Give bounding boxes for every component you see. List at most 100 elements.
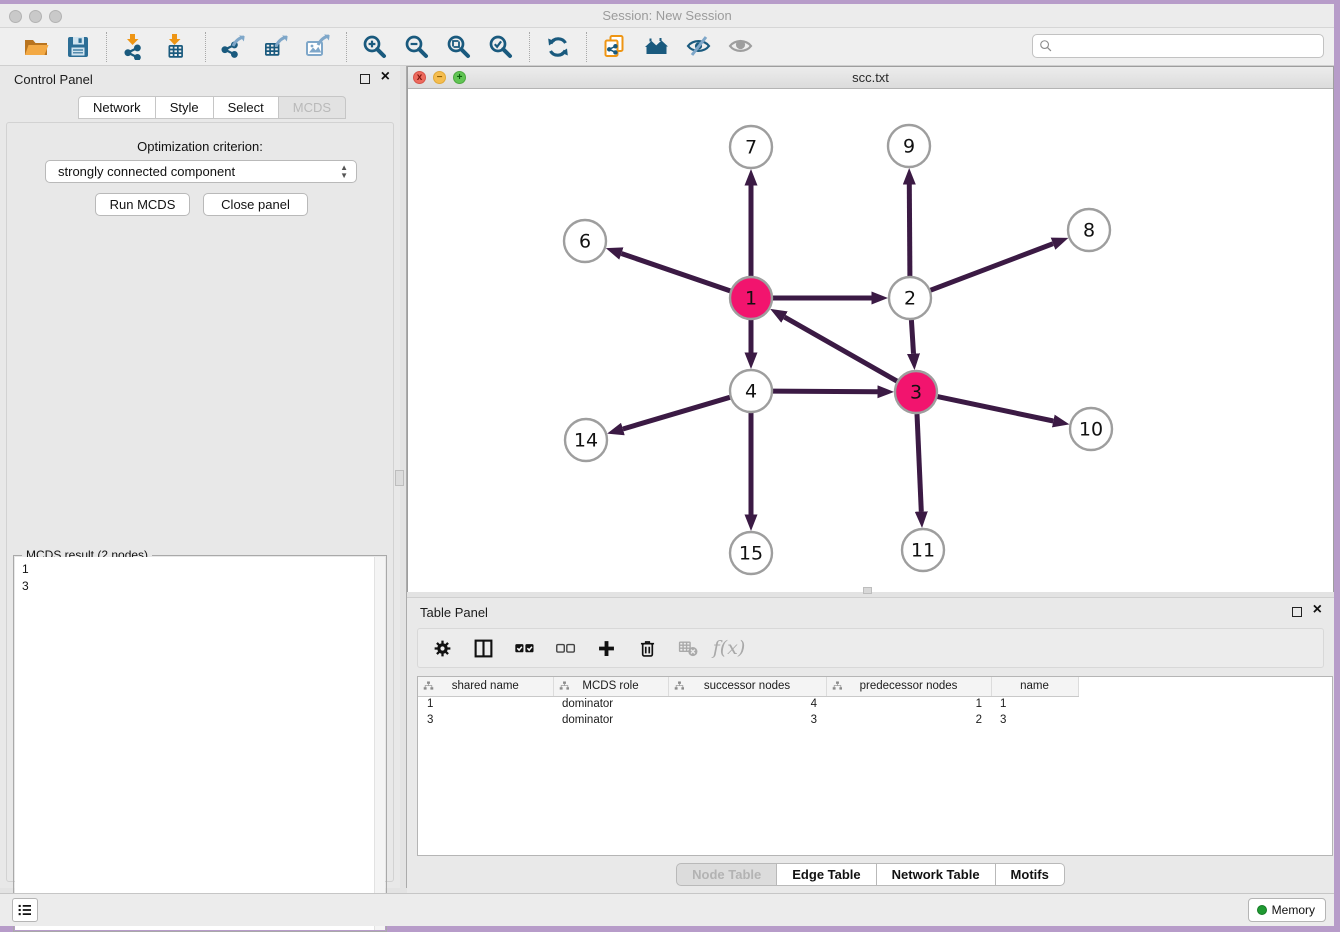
tab-node-table[interactable]: Node Table: [676, 863, 777, 886]
float-panel-icon[interactable]: [360, 74, 370, 84]
gear-button[interactable]: [430, 636, 454, 660]
add-button[interactable]: [594, 636, 618, 660]
memory-label: Memory: [1272, 903, 1315, 917]
app-window: Session: New Session Control Panel × Net…: [0, 4, 1334, 926]
svg-text:7: 7: [745, 137, 757, 159]
graph-node-10[interactable]: 10: [1070, 408, 1112, 450]
horizontal-splitter-handle[interactable]: [863, 587, 872, 594]
select-all-button[interactable]: [512, 636, 536, 660]
tab-select[interactable]: Select: [214, 96, 279, 119]
run-mcds-button[interactable]: Run MCDS: [95, 193, 190, 216]
tab-motifs[interactable]: Motifs: [996, 863, 1065, 886]
graph-node-14[interactable]: 14: [565, 419, 607, 461]
svg-text:8: 8: [1083, 220, 1095, 242]
edge-3-10[interactable]: [938, 397, 1054, 421]
table-row[interactable]: 3dominator323: [418, 712, 1078, 728]
dropdown-stepper-icon: ▲▼: [340, 164, 348, 180]
result-scrollbar[interactable]: [374, 557, 385, 930]
columns-button[interactable]: [471, 636, 495, 660]
import-table-button[interactable]: [163, 33, 191, 61]
table-panel-tabs: Node TableEdge TableNetwork TableMotifs: [407, 863, 1334, 886]
network-window-titlebar[interactable]: x − + scc.txt: [408, 67, 1333, 89]
float-table-panel-icon[interactable]: [1292, 607, 1302, 617]
splitter-handle[interactable]: [395, 470, 404, 486]
export-image-button[interactable]: [304, 33, 332, 61]
column-header-predecessor-nodes[interactable]: predecessor nodes: [826, 677, 991, 696]
home-icon: [644, 34, 670, 60]
hide-selected-button[interactable]: [685, 33, 713, 61]
home-button[interactable]: [643, 33, 671, 61]
graph-node-4[interactable]: 4: [730, 370, 772, 412]
clone-network-button[interactable]: [601, 33, 629, 61]
column-type-icon: [423, 681, 434, 692]
criterion-dropdown[interactable]: strongly connected component ▲▼: [45, 160, 357, 183]
import-network-button[interactable]: [121, 33, 149, 61]
vertical-splitter[interactable]: [400, 66, 407, 888]
tab-network-table[interactable]: Network Table: [877, 863, 996, 886]
table-row[interactable]: 1dominator411: [418, 696, 1078, 712]
svg-text:2: 2: [904, 288, 916, 310]
graph-node-7[interactable]: 7: [730, 126, 772, 168]
node-table[interactable]: shared nameMCDS rolesuccessor nodesprede…: [418, 677, 1079, 728]
edge-4-14[interactable]: [623, 397, 730, 429]
import-network-icon: [122, 34, 148, 60]
import-table-icon: [164, 34, 190, 60]
edge-4-3[interactable]: [773, 391, 878, 392]
table-toolbar: f(x): [417, 628, 1324, 668]
zoom-selected-button[interactable]: [487, 33, 515, 61]
svg-text:10: 10: [1079, 419, 1103, 441]
zoom-in-button[interactable]: [361, 33, 389, 61]
network-window-title: scc.txt: [408, 70, 1333, 85]
tab-edge-table[interactable]: Edge Table: [777, 863, 876, 886]
graph-node-9[interactable]: 9: [888, 125, 930, 167]
column-header-name[interactable]: name: [991, 677, 1078, 696]
column-header-shared-name[interactable]: shared name: [418, 677, 553, 696]
network-canvas[interactable]: 7 9 6 8 1 2 4 3 14 10 15 11: [408, 89, 1333, 592]
network-graph[interactable]: 7 9 6 8 1 2 4 3 14 10 15 11: [408, 89, 1333, 592]
column-header-MCDS-role[interactable]: MCDS role: [553, 677, 668, 696]
edge-1-6[interactable]: [621, 254, 730, 291]
edge-2-9[interactable]: [909, 185, 910, 277]
graph-node-11[interactable]: 11: [902, 529, 944, 571]
graph-node-6[interactable]: 6: [564, 220, 606, 262]
memory-status-icon: [1257, 905, 1267, 915]
svg-text:3: 3: [910, 382, 922, 404]
edge-3-1[interactable]: [785, 317, 897, 381]
close-panel-button[interactable]: Close panel: [203, 193, 308, 216]
refresh-button[interactable]: [544, 33, 572, 61]
graph-node-2[interactable]: 2: [889, 277, 931, 319]
close-panel-icon[interactable]: ×: [381, 68, 390, 86]
deselect-all-button[interactable]: [553, 636, 577, 660]
main-toolbar: [0, 28, 1334, 66]
edge-2-3[interactable]: [911, 320, 913, 354]
zoom-out-button[interactable]: [403, 33, 431, 61]
mcds-result-text[interactable]: 1 3: [15, 557, 385, 930]
svg-text:9: 9: [903, 136, 915, 158]
task-history-button[interactable]: [12, 898, 38, 922]
save-button[interactable]: [64, 33, 92, 61]
export-network-button[interactable]: [220, 33, 248, 61]
zoom-fit-button[interactable]: [445, 33, 473, 61]
search-input[interactable]: [1057, 39, 1323, 53]
graph-node-15[interactable]: 15: [730, 532, 772, 574]
search-field[interactable]: [1032, 34, 1324, 58]
memory-button[interactable]: Memory: [1248, 898, 1326, 922]
open-folder-button[interactable]: [22, 33, 50, 61]
export-table-button[interactable]: [262, 33, 290, 61]
graph-node-3[interactable]: 3: [895, 371, 937, 413]
close-table-panel-icon[interactable]: ×: [1313, 601, 1322, 619]
column-header-successor-nodes[interactable]: successor nodes: [668, 677, 826, 696]
trash-button[interactable]: [635, 636, 659, 660]
tab-network[interactable]: Network: [78, 96, 156, 119]
control-panel-tabs: NetworkStyleSelectMCDS: [78, 96, 346, 119]
graph-node-1[interactable]: 1: [730, 277, 772, 319]
edge-3-11[interactable]: [917, 414, 921, 512]
function-builder-icon: f(x): [717, 636, 741, 660]
svg-text:11: 11: [911, 540, 935, 562]
tab-mcds[interactable]: MCDS: [279, 96, 346, 119]
edge-2-8[interactable]: [931, 244, 1053, 291]
graph-node-8[interactable]: 8: [1068, 209, 1110, 251]
zoom-out-icon: [404, 34, 430, 60]
show-all-button[interactable]: [727, 33, 755, 61]
tab-style[interactable]: Style: [156, 96, 214, 119]
